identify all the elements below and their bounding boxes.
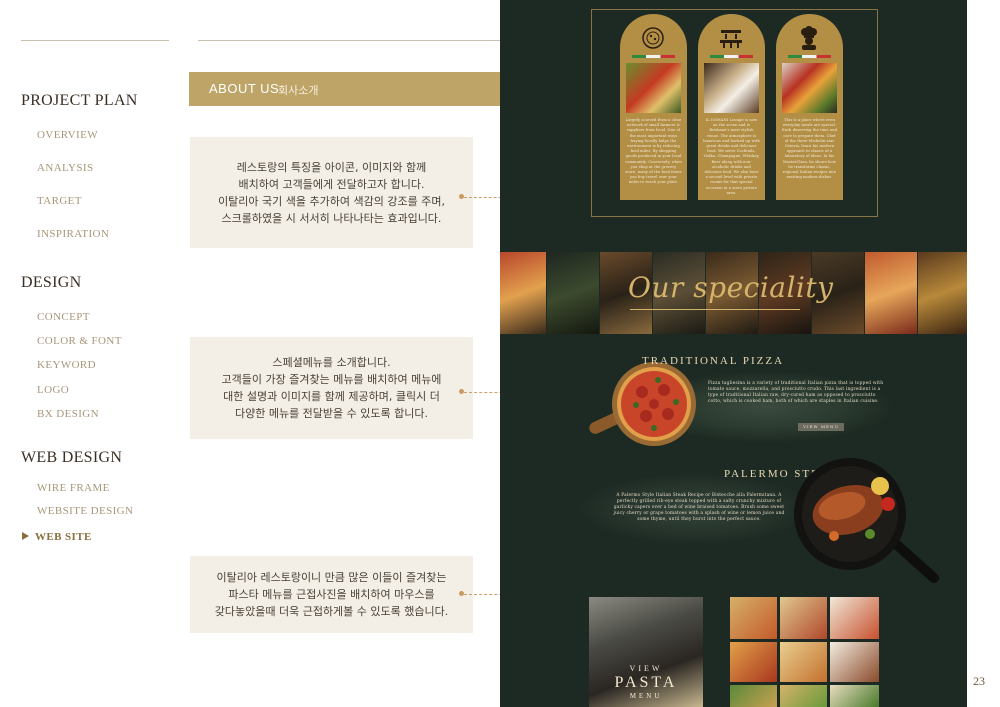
description-box-speciality: 스페셜메뉴를 소개합니다. 고객들이 가장 즐겨찾는 메뉴를 배치하여 메뉴에 … xyxy=(190,337,473,439)
pasta-thumbnail[interactable] xyxy=(730,642,777,682)
italian-flag-stripe xyxy=(632,55,675,58)
nav-item-analysis[interactable]: ANALYSIS xyxy=(37,162,94,174)
about-card-text: This is a place where even everyday meal… xyxy=(781,118,838,180)
nav-section-design: DESIGN xyxy=(21,274,82,291)
about-us-bar: ABOUT US 회사소개 xyxy=(189,72,501,106)
about-us-label: ABOUT US xyxy=(209,81,280,96)
about-card[interactable]: IL DOMANI Lounge is now on the scene and… xyxy=(698,14,765,200)
pasta-title[interactable]: PASTA xyxy=(589,674,703,692)
italian-flag-stripe xyxy=(710,55,753,58)
description-box-pasta: 이탈리아 레스토랑이니 만큼 많은 이들이 즐겨찾는 파스타 메뉴를 근접사진을… xyxy=(190,556,473,633)
food-photo xyxy=(865,252,917,334)
nav-item-website-design[interactable]: WEBSITE DESIGN xyxy=(37,505,133,517)
chef-icon xyxy=(795,26,823,50)
food-photo xyxy=(918,252,967,334)
nav-section-web-design: WEB DESIGN xyxy=(21,449,123,466)
nav-section-project-plan: PROJECT PLAN xyxy=(21,92,138,109)
nav-item-overview[interactable]: OVERVIEW xyxy=(37,129,98,141)
pasta-thumbnail[interactable] xyxy=(830,685,879,707)
description-box-about: 레스토랑의 특징을 아이콘, 이미지와 함께 배치하여 고객들에게 전달하고자 … xyxy=(190,137,473,248)
steak-photo xyxy=(794,458,939,583)
food-photo xyxy=(547,252,599,334)
about-card-text: IL DOMANI Lounge is now on the scene and… xyxy=(703,118,760,195)
pasta-view-label: VIEW xyxy=(629,664,663,673)
about-card[interactable]: This is a place where even everyday meal… xyxy=(776,14,843,200)
cooking-photo xyxy=(782,63,837,113)
pasta-thumbnail[interactable] xyxy=(780,597,827,639)
pizza-title: TRADITIONAL PIZZA xyxy=(642,355,785,367)
about-card-text: Largely sourced from a close network of … xyxy=(625,118,682,185)
vegetables-photo xyxy=(626,63,681,113)
bar-counter-icon xyxy=(717,26,745,50)
pasta-thumbnail[interactable] xyxy=(780,685,827,707)
nav-item-concept[interactable]: CONCEPT xyxy=(37,311,90,323)
pasta-grid xyxy=(730,597,879,707)
pizza-description: Pizza tagliesina is a variety of traditi… xyxy=(708,381,884,404)
view-menu-button[interactable]: VIEW MENU xyxy=(798,423,844,431)
about-card[interactable]: Largely sourced from a close network of … xyxy=(620,14,687,200)
nav-item-logo[interactable]: LOGO xyxy=(37,384,69,396)
speciality-underline xyxy=(630,309,800,310)
nav-item-color-font[interactable]: COLOR & FONT xyxy=(37,335,122,347)
steak-description: A Palermo Style Italian Steak Recipe or … xyxy=(613,493,785,522)
pizza-logo-icon xyxy=(639,26,667,50)
active-arrow-icon xyxy=(22,532,29,540)
nav-item-target[interactable]: TARGET xyxy=(37,195,82,207)
speciality-heading: Our speciality xyxy=(628,271,834,304)
nav-item-bx-design[interactable]: BX DESIGN xyxy=(37,408,99,420)
pasta-thumbnail[interactable] xyxy=(830,597,879,639)
top-rule-right xyxy=(198,40,500,41)
pizza-photo xyxy=(589,362,696,446)
pasta-menu-label: MENU xyxy=(629,692,663,700)
website-mockup: Largely sourced from a close network of … xyxy=(500,0,967,707)
food-photo xyxy=(500,252,546,334)
pasta-thumbnail[interactable] xyxy=(730,685,777,707)
dining-photo xyxy=(704,63,759,113)
nav-item-web-site[interactable]: WEB SITE xyxy=(35,531,92,543)
nav-item-keyword[interactable]: KEYWORD xyxy=(37,359,96,371)
top-rule-left xyxy=(21,40,169,41)
pasta-thumbnail[interactable] xyxy=(830,642,879,682)
pasta-thumbnail[interactable] xyxy=(730,597,777,639)
pasta-thumbnail[interactable] xyxy=(780,642,827,682)
about-us-korean-label: 회사소개 xyxy=(278,84,319,97)
page-number: 23 xyxy=(973,674,985,688)
italian-flag-stripe xyxy=(788,55,831,58)
nav-item-inspiration[interactable]: INSPIRATION xyxy=(37,228,109,240)
nav-item-wire-frame[interactable]: WIRE FRAME xyxy=(37,482,110,494)
